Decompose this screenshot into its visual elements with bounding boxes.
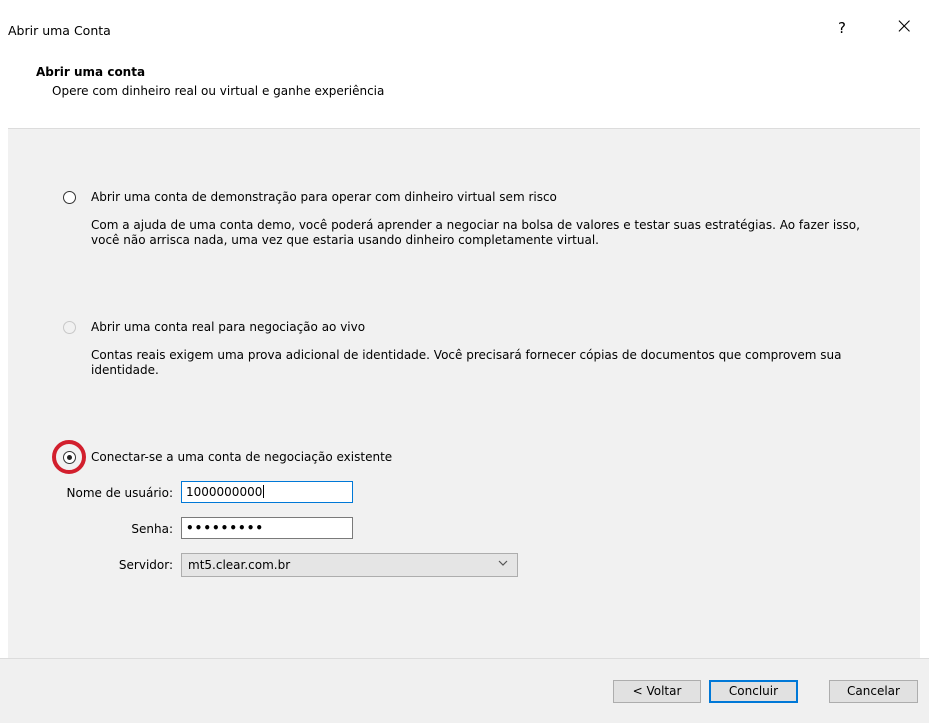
help-button[interactable]: ?	[838, 19, 846, 37]
wizard-body: Abrir uma conta de demonstração para ope…	[8, 128, 920, 659]
real-account-radio[interactable]	[63, 321, 76, 334]
demo-account-radio[interactable]	[63, 191, 76, 204]
page-subtitle: Opere com dinheiro real ou virtual e gan…	[52, 84, 385, 98]
real-account-label[interactable]: Abrir uma conta real para negociação ao …	[91, 320, 365, 334]
existing-account-label[interactable]: Conectar-se a uma conta de negociação ex…	[91, 450, 392, 464]
server-value: mt5.clear.com.br	[188, 558, 291, 572]
wizard-header: Abrir uma conta Opere com dinheiro real …	[0, 58, 929, 128]
close-icon[interactable]: ×	[895, 14, 913, 39]
wizard-footer: < Voltar Concluir Cancelar	[0, 658, 929, 723]
cancel-button[interactable]: Cancelar	[829, 680, 918, 703]
title-bar: Abrir uma Conta ? ×	[0, 0, 929, 58]
demo-account-label[interactable]: Abrir uma conta de demonstração para ope…	[91, 190, 557, 204]
real-account-description: Contas reais exigem uma prova adicional …	[91, 348, 842, 377]
existing-account-radio[interactable]	[63, 451, 76, 464]
back-button[interactable]: < Voltar	[613, 680, 701, 703]
server-label: Servidor:	[118, 558, 173, 572]
password-label: Senha:	[131, 522, 173, 536]
server-select[interactable]: mt5.clear.com.br	[181, 553, 518, 577]
password-input[interactable]: •••••••••	[181, 517, 353, 539]
username-input[interactable]: 1000000000	[181, 481, 353, 503]
text-caret	[263, 485, 265, 498]
password-value: •••••••••	[186, 521, 265, 535]
chevron-down-icon	[497, 557, 509, 572]
window-title: Abrir uma Conta	[8, 23, 111, 38]
finish-button[interactable]: Concluir	[709, 680, 798, 703]
demo-account-description: Com a ajuda de uma conta demo, você pode…	[91, 218, 860, 247]
username-label: Nome de usuário:	[66, 486, 174, 500]
page-title: Abrir uma conta	[36, 65, 146, 79]
username-value: 1000000000	[186, 485, 263, 499]
